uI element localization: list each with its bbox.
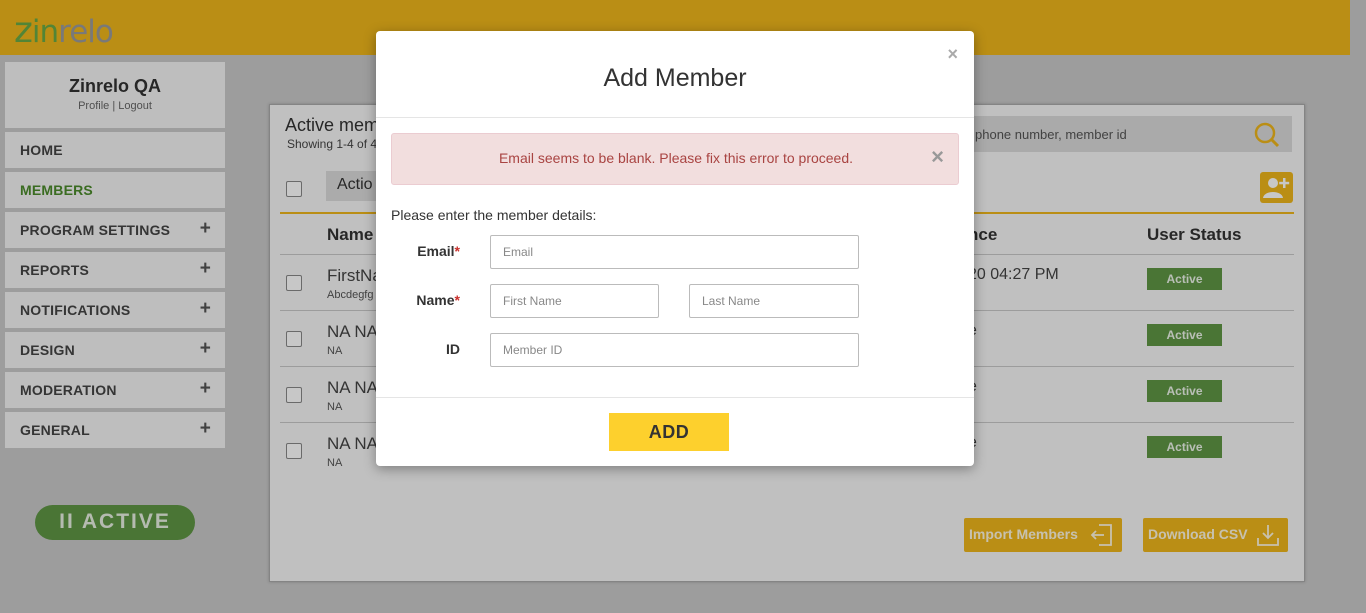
modal-title: Add Member [603, 64, 747, 92]
error-alert: Email seems to be blank. Please fix this… [391, 133, 959, 185]
required-asterisk: * [454, 292, 460, 308]
modal-close-icon[interactable]: × [947, 44, 958, 65]
error-message: Email seems to be blank. Please fix this… [498, 150, 854, 166]
required-asterisk: * [454, 243, 460, 259]
alert-close-icon[interactable]: × [931, 146, 944, 168]
add-member-modal: × Add Member Email seems to be blank. Pl… [376, 31, 974, 466]
modal-header-divider [376, 117, 974, 118]
modal-footer-divider [376, 397, 974, 398]
name-label-text: Name [416, 292, 455, 308]
email-label: Email* [390, 243, 460, 259]
email-field[interactable] [490, 235, 859, 269]
form-intro: Please enter the member details: [391, 207, 597, 223]
email-label-text: Email [417, 243, 455, 259]
last-name-field[interactable] [689, 284, 859, 318]
add-button[interactable]: ADD [609, 413, 729, 451]
id-label: ID [446, 341, 460, 357]
member-id-field[interactable] [490, 333, 859, 367]
first-name-field[interactable] [490, 284, 659, 318]
name-label: Name* [390, 292, 460, 308]
